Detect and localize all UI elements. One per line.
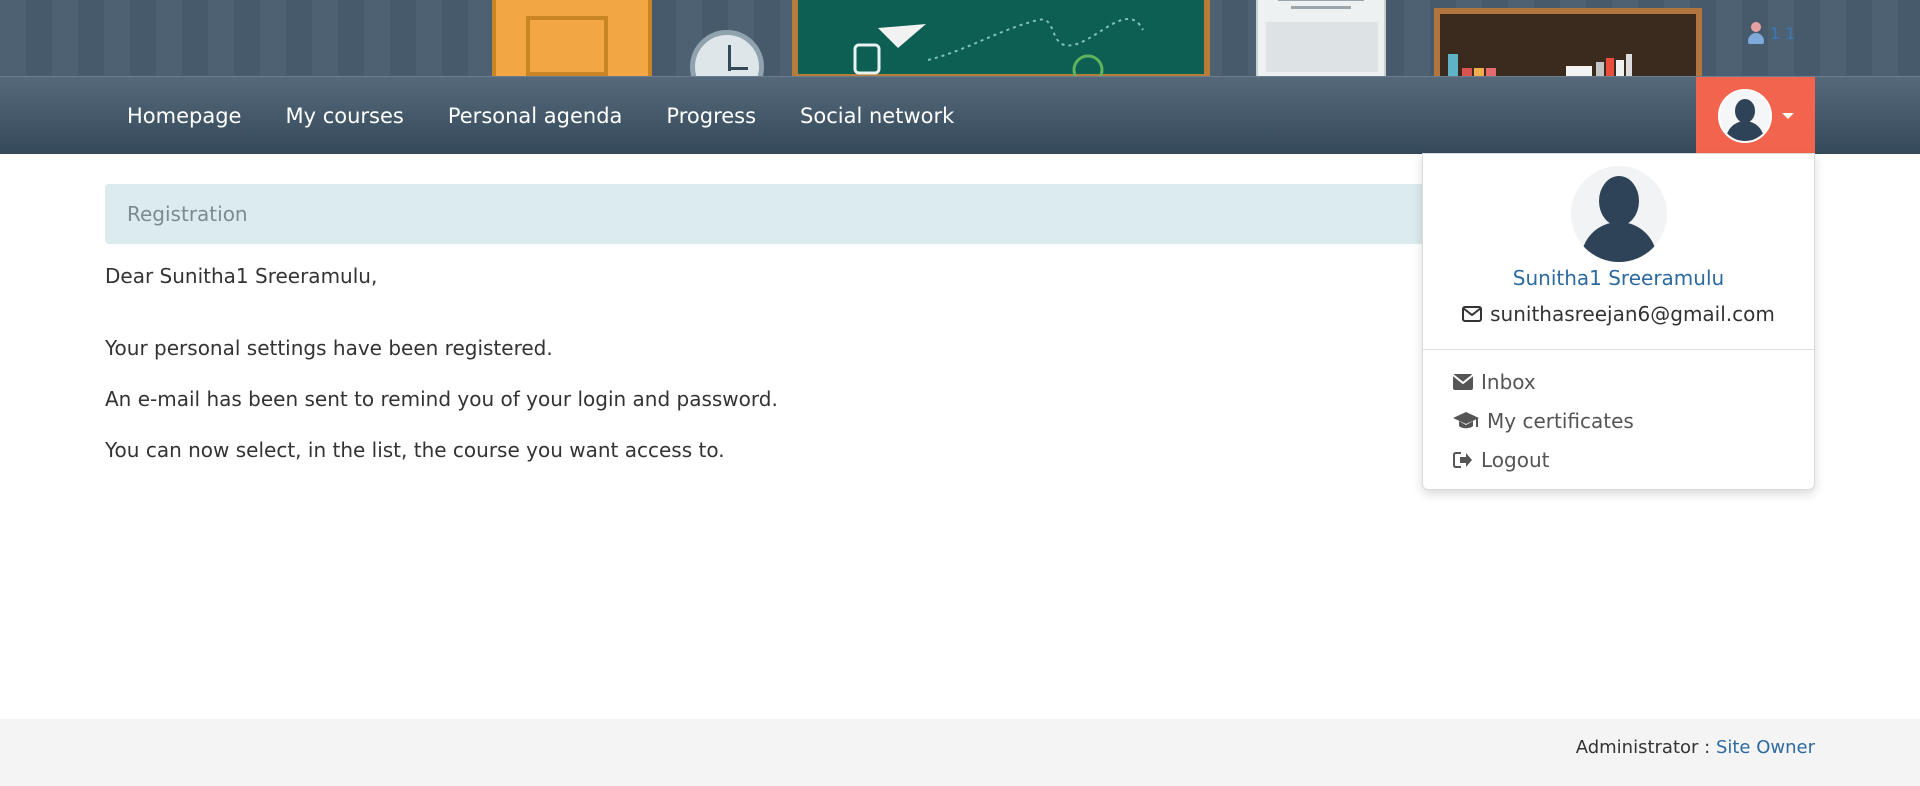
banner-door-illustration [492,0,652,76]
envelope-outline-icon [1462,306,1483,322]
page-title: Registration [127,202,248,226]
footer-admin-info: Administrator : Site Owner [1576,737,1815,758]
user-profile-name[interactable]: Sunitha1 Sreeramulu [1423,266,1814,290]
user-email: sunithasreejan6@gmail.com [1423,302,1814,326]
user-icon [1748,22,1764,44]
menu-item-my-certificates[interactable]: My certificates [1453,409,1634,433]
sign-out-icon [1453,451,1473,469]
message-line-2: An e-mail has been sent to remind you of… [105,387,778,411]
online-users-indicator[interactable]: 1 1 [1748,22,1795,44]
menu-item-logout[interactable]: Logout [1453,448,1549,472]
caret-down-icon [1781,112,1794,119]
banner-poster-illustration [1256,0,1386,76]
menu-item-label: Logout [1481,448,1550,472]
nav-item-homepage[interactable]: Homepage [105,104,263,128]
banner-bookshelf-illustration [1434,8,1702,76]
greeting-text: Dear Sunitha1 Sreeramulu, [105,264,378,288]
nav-item-my-courses[interactable]: My courses [263,104,425,128]
menu-item-label: My certificates [1487,409,1634,433]
user-email-text: sunithasreejan6@gmail.com [1490,302,1775,326]
banner-chalkboard-illustration [792,0,1210,76]
menu-item-inbox[interactable]: Inbox [1453,370,1536,394]
online-users-count: 1 1 [1770,23,1796,43]
dropdown-divider [1423,349,1814,350]
footer: Administrator : Site Owner [0,719,1920,786]
nav-menu: Homepage My courses Personal agenda Prog… [105,77,976,155]
graduation-cap-icon [1453,412,1479,430]
user-menu-toggle[interactable] [1696,77,1815,154]
header-banner: 1 1 [0,0,1920,76]
avatar [1717,88,1772,143]
user-profile-avatar[interactable] [1571,166,1667,262]
footer-admin-link[interactable]: Site Owner [1716,737,1815,758]
message-line-1: Your personal settings have been registe… [105,336,553,360]
footer-admin-label: Administrator : [1575,737,1716,758]
nav-item-personal-agenda[interactable]: Personal agenda [426,104,645,128]
main-navbar: Homepage My courses Personal agenda Prog… [0,76,1920,154]
menu-item-label: Inbox [1481,370,1536,394]
nav-item-social-network[interactable]: Social network [778,104,976,128]
envelope-icon [1453,374,1473,390]
nav-item-progress[interactable]: Progress [644,104,778,128]
banner-clock-illustration [690,30,764,76]
user-dropdown-menu: Sunitha1 Sreeramulu sunithasreejan6@gmai… [1422,153,1815,490]
message-line-3: You can now select, in the list, the cou… [105,438,725,462]
